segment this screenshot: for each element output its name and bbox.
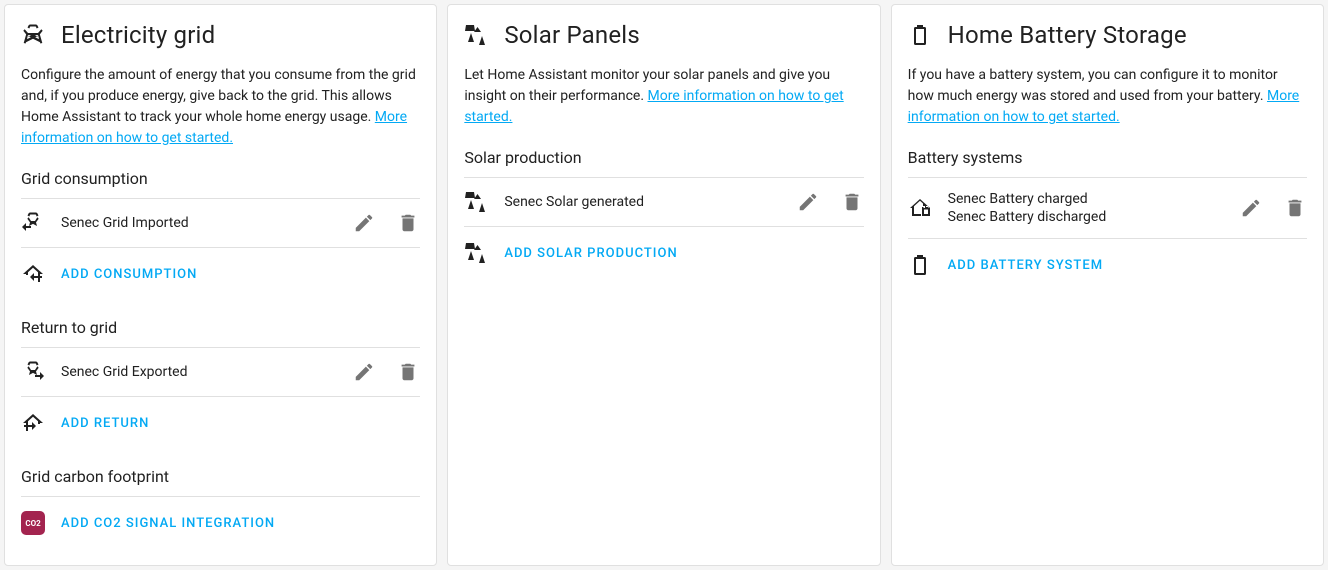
row-actions <box>352 211 420 235</box>
desc-text: If you have a battery system, you can co… <box>908 67 1278 104</box>
return-to-grid-title: Return to grid <box>21 318 420 348</box>
solar-power-icon <box>464 23 488 47</box>
add-label: Add solar production <box>504 246 677 261</box>
card-description: Let Home Assistant monitor your solar pa… <box>464 65 863 128</box>
row-label: Senec Battery charged Senec Battery disc… <box>948 190 1223 226</box>
delete-button[interactable] <box>840 190 864 214</box>
add-consumption-button[interactable]: Add consumption <box>21 248 420 300</box>
card-description: If you have a battery system, you can co… <box>908 65 1307 128</box>
row-label: Senec Grid Imported <box>61 214 336 232</box>
solar-panel-icon <box>464 190 488 214</box>
add-return-button[interactable]: Add return <box>21 397 420 449</box>
co2-badge-icon: CO2 <box>21 511 45 535</box>
electricity-grid-card: Electricity grid Configure the amount of… <box>4 4 437 566</box>
battery-systems-title: Battery systems <box>908 148 1307 178</box>
add-battery-button[interactable]: Add battery system <box>908 239 1307 291</box>
battery-charged-label: Senec Battery charged <box>948 191 1088 207</box>
tower-import-icon <box>21 211 45 235</box>
row-actions <box>1239 196 1307 220</box>
solar-panel-icon <box>464 241 488 265</box>
card-description: Configure the amount of energy that you … <box>21 65 420 149</box>
solar-panels-card: Solar Panels Let Home Assistant monitor … <box>447 4 880 566</box>
row-actions <box>796 190 864 214</box>
grid-return-row: Senec Grid Exported <box>21 348 420 397</box>
edit-button[interactable] <box>352 211 376 235</box>
add-co2-button[interactable]: CO2 Add CO2 signal integration <box>21 497 420 549</box>
card-header: Home Battery Storage <box>908 21 1307 49</box>
battery-discharged-label: Senec Battery discharged <box>948 209 1107 225</box>
add-label: Add consumption <box>61 267 197 282</box>
edit-button[interactable] <box>1239 196 1263 220</box>
transmission-tower-icon <box>21 23 45 47</box>
carbon-footprint-title: Grid carbon footprint <box>21 467 420 497</box>
home-import-icon <box>21 262 45 286</box>
card-title: Solar Panels <box>504 21 640 49</box>
battery-system-row: Senec Battery charged Senec Battery disc… <box>908 178 1307 239</box>
tower-export-icon <box>21 360 45 384</box>
grid-consumption-title: Grid consumption <box>21 169 420 199</box>
solar-production-row: Senec Solar generated <box>464 178 863 227</box>
row-label: Senec Solar generated <box>504 193 779 211</box>
delete-button[interactable] <box>396 360 420 384</box>
battery-icon <box>908 23 932 47</box>
delete-button[interactable] <box>1283 196 1307 220</box>
card-header: Solar Panels <box>464 21 863 49</box>
add-label: Add return <box>61 416 149 431</box>
add-solar-button[interactable]: Add solar production <box>464 227 863 279</box>
home-export-icon <box>21 411 45 435</box>
battery-storage-card: Home Battery Storage If you have a batte… <box>891 4 1324 566</box>
card-title: Electricity grid <box>61 21 215 49</box>
solar-production-title: Solar production <box>464 148 863 178</box>
grid-consumption-row: Senec Grid Imported <box>21 199 420 248</box>
desc-text: Configure the amount of energy that you … <box>21 67 416 125</box>
home-battery-icon <box>908 196 932 220</box>
delete-button[interactable] <box>396 211 420 235</box>
card-header: Electricity grid <box>21 21 420 49</box>
battery-icon <box>908 253 932 277</box>
row-actions <box>352 360 420 384</box>
edit-button[interactable] <box>796 190 820 214</box>
add-label: Add battery system <box>948 258 1103 273</box>
add-label: Add CO2 signal integration <box>61 516 275 531</box>
row-label: Senec Grid Exported <box>61 363 336 381</box>
card-title: Home Battery Storage <box>948 21 1187 49</box>
edit-button[interactable] <box>352 360 376 384</box>
